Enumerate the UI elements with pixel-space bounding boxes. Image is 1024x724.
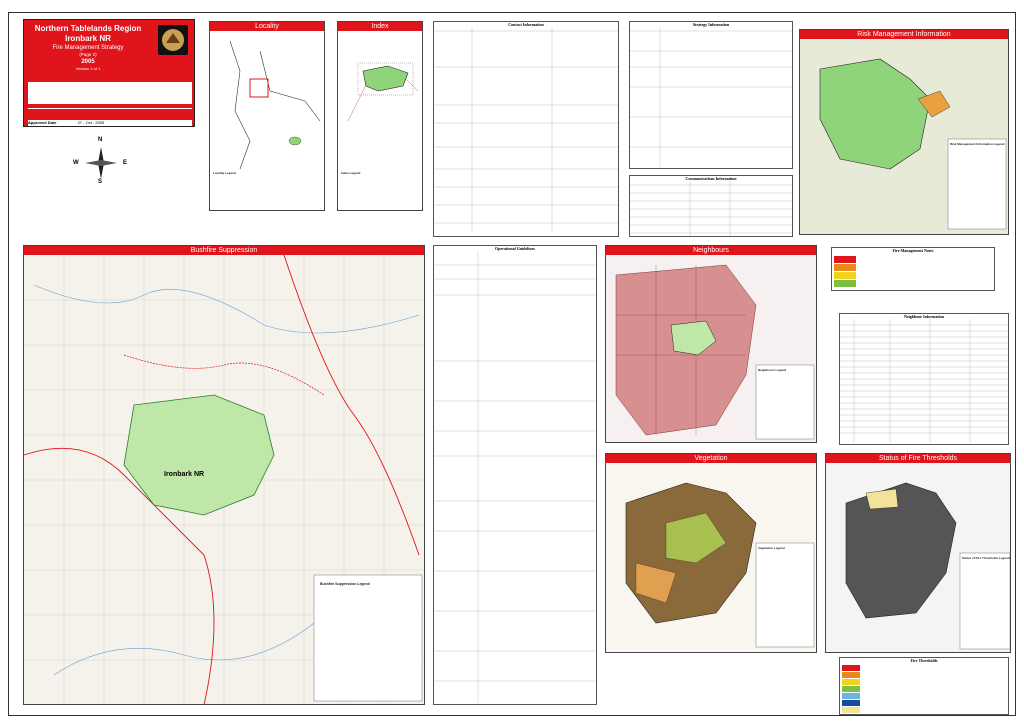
region-title: Northern Tablelands Region [34,24,142,33]
thresholds-panel: Status of Fire Thresholds Status of Fire… [825,453,1011,653]
locality-legend-title: Locality Legend [213,171,236,175]
compass-w: W [73,160,79,166]
neighbour-info-table: Neighbour Information [839,313,1009,445]
thresholds-title: Status of Fire Thresholds [826,454,1010,463]
neighbours-panel: Neighbours Neighbours Legend [605,245,817,443]
approval-label: Approved Date [28,120,57,125]
risk-legend-title: Risk Management Information Legend [950,142,1005,146]
management-notes-table: Fire Management Notes [831,247,995,291]
vegetation-legend-title: Vegetation Legend [758,546,785,550]
vegetation-title: Vegetation [606,454,816,463]
strategy-title: Fire Management Strategy [52,45,124,51]
contact-table: Contact Information [433,21,619,237]
year-label: 2005 [81,59,95,65]
suppression-legend-title: Bushfire Suppression Legend [320,582,370,586]
operational-guidelines-table: Operational Guidelines [433,245,597,705]
neighbours-title: Neighbours [606,246,816,255]
map-sheet: Northern Tablelands Region Ironbark NR F… [8,12,1016,716]
approval-date: 27 - Oct - 2005 [77,120,105,125]
compass-n: N [98,137,103,143]
reserve-title: Ironbark NR [65,34,111,43]
compass-s: S [98,179,103,185]
neighbours-legend-title: Neighbours Legend [758,368,787,372]
bushfire-title: Bushfire Suppression [24,246,424,255]
reserve-label: Ironbark NR [164,471,205,478]
fire-thresholds-table: Fire Thresholds [839,657,1009,715]
index-panel: Index Index Legend [337,21,423,211]
index-legend-title: Index Legend [341,171,361,175]
risk-panel: Risk Management Information Risk Managem… [799,29,1009,235]
locality-title: Locality [210,22,324,31]
north-arrow-icon: N S W E [73,137,127,185]
management-notes-title: Fire Management Notes [892,248,934,253]
communications-table: Communications Information [629,175,793,237]
bushfire-suppression-panel: Bushfire Suppression Ironbark NR Bushfir… [23,245,425,705]
strategy-table: Strategy Information [629,21,793,169]
fire-thresholds-title: Fire Thresholds [910,658,938,663]
index-title: Index [338,22,422,31]
version-label: Version 1 of 1 [75,66,101,71]
vegetation-panel: Vegetation Vegetation Legend [605,453,817,653]
thresholds-legend-title: Status of Fire Thresholds Legend [962,556,1010,560]
compass-e: E [123,160,128,166]
locality-panel: Locality Locality Legend [209,21,325,211]
risk-title: Risk Management Information [800,30,1008,39]
title-block: Northern Tablelands Region Ironbark NR F… [23,19,195,127]
npws-logo-icon [158,25,188,55]
